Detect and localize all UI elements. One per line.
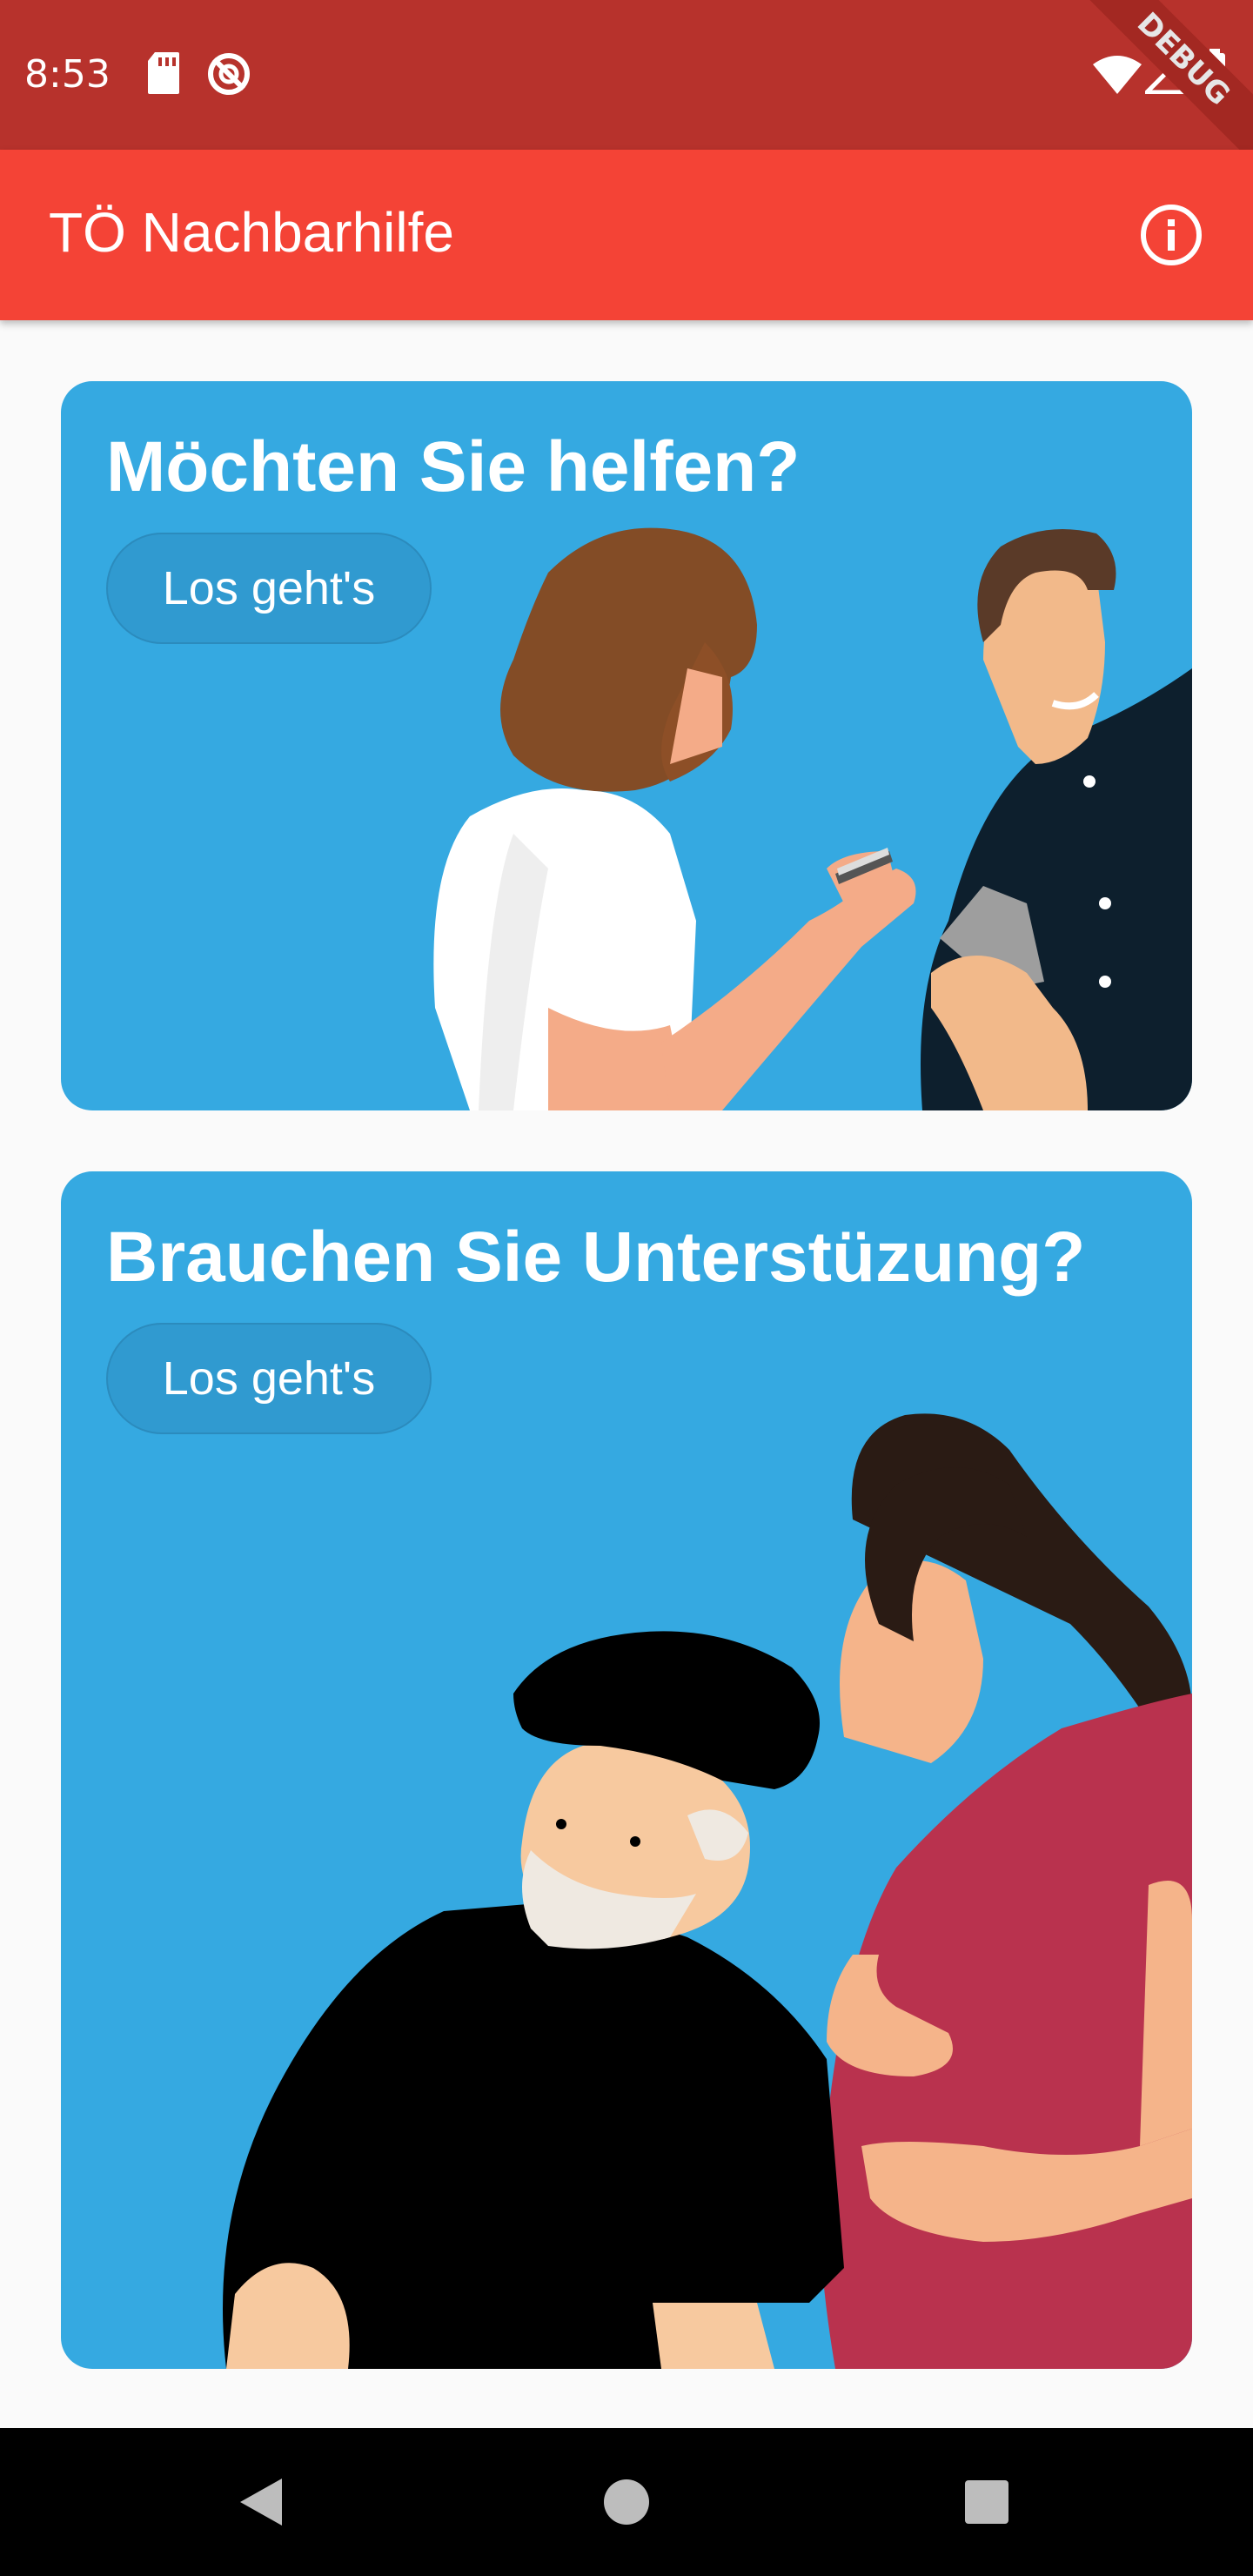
app-title: TÖ Nachbarhilfe xyxy=(49,201,454,264)
status-bar: 8:53 DEBUG xyxy=(0,0,1253,169)
status-time: 8:53 xyxy=(24,52,111,97)
offer-help-start-button[interactable]: Los geht's xyxy=(106,533,432,644)
sd-card-icon xyxy=(148,52,179,94)
info-icon[interactable] xyxy=(1138,202,1204,268)
system-nav-bar xyxy=(0,2428,1253,2576)
app-bar: TÖ Nachbarhilfe xyxy=(0,150,1253,320)
no-sync-icon xyxy=(208,53,250,95)
debug-label: DEBUG xyxy=(1079,0,1253,169)
home-icon[interactable] xyxy=(557,2428,696,2576)
offer-help-card[interactable]: Möchten Sie helfen? Los geht's xyxy=(61,381,1192,1110)
request-support-card[interactable]: Brauchen Sie Unterstüzung? Los geht's xyxy=(61,1171,1192,2369)
request-support-start-button[interactable]: Los geht's xyxy=(106,1323,432,1434)
debug-banner: DEBUG xyxy=(1079,0,1253,174)
back-icon[interactable] xyxy=(191,2428,331,2576)
recents-icon[interactable] xyxy=(917,2428,1056,2576)
offer-help-title: Möchten Sie helfen? xyxy=(106,427,801,506)
request-support-title: Brauchen Sie Unterstüzung? xyxy=(106,1218,1086,1297)
